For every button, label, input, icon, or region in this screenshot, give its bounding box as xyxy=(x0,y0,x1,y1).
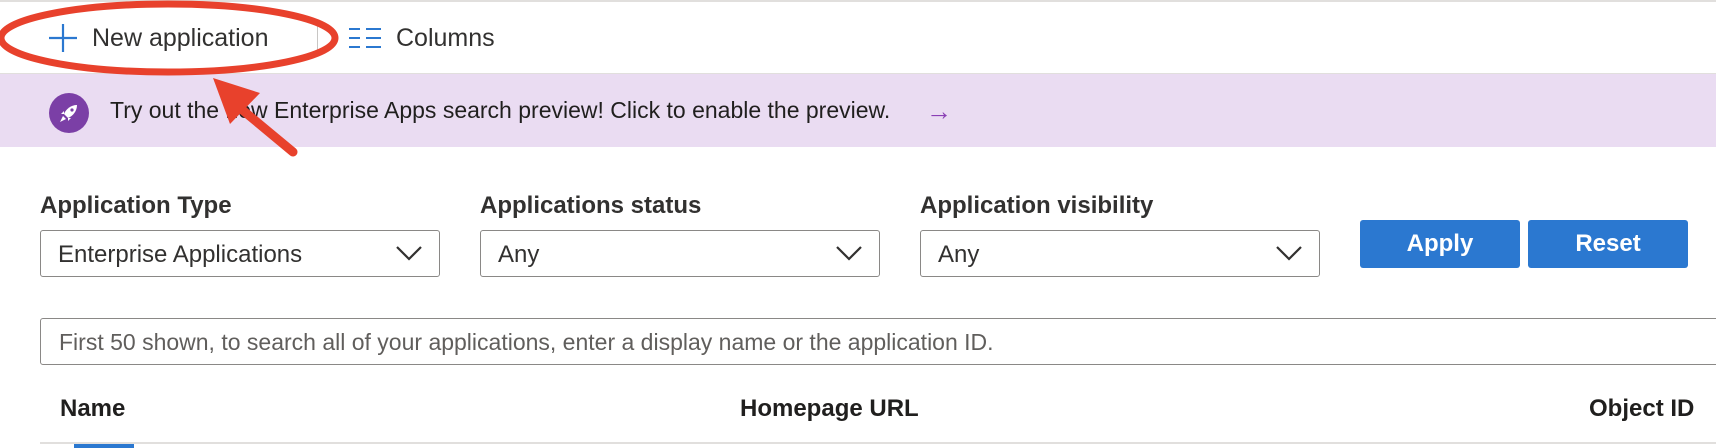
column-header-object-id[interactable]: Object ID xyxy=(1589,395,1694,423)
chevron-down-icon xyxy=(835,245,863,266)
application-type-label: Application Type xyxy=(40,192,232,219)
column-header-name[interactable]: Name xyxy=(60,395,125,423)
columns-label: Columns xyxy=(396,23,495,52)
reset-button[interactable]: Reset xyxy=(1528,220,1688,268)
first-row-icon xyxy=(74,444,134,448)
application-visibility-dropdown[interactable]: Any xyxy=(920,230,1320,277)
rocket-icon xyxy=(49,93,89,133)
columns-icon xyxy=(348,26,382,50)
toolbar-divider xyxy=(317,22,318,54)
table-header-divider xyxy=(40,442,1716,444)
application-type-dropdown[interactable]: Enterprise Applications xyxy=(40,230,440,277)
chevron-down-icon xyxy=(395,245,423,266)
enterprise-applications-page: New application Columns Try out the new … xyxy=(0,0,1716,448)
search-preview-banner[interactable]: Try out the new Enterprise Apps search p… xyxy=(0,74,1716,147)
application-visibility-label: Application visibility xyxy=(920,192,1154,219)
applications-status-label: Applications status xyxy=(480,192,702,219)
application-search-box[interactable] xyxy=(40,318,1716,365)
plus-icon xyxy=(48,23,78,53)
arrow-right-icon[interactable]: → xyxy=(926,96,952,127)
column-header-homepage-url[interactable]: Homepage URL xyxy=(740,395,919,423)
applications-status-value: Any xyxy=(498,241,540,268)
applications-status-dropdown[interactable]: Any xyxy=(480,230,880,277)
command-bar: New application Columns xyxy=(0,0,1716,74)
chevron-down-icon xyxy=(1275,245,1303,266)
new-application-button[interactable]: New application xyxy=(48,18,269,58)
application-type-value: Enterprise Applications xyxy=(58,241,303,268)
apply-button[interactable]: Apply xyxy=(1360,220,1520,268)
columns-button[interactable]: Columns xyxy=(348,18,495,58)
banner-text: Try out the new Enterprise Apps search p… xyxy=(110,97,891,123)
application-visibility-value: Any xyxy=(938,241,980,268)
new-application-label: New application xyxy=(92,23,269,52)
search-input[interactable] xyxy=(57,327,1661,357)
